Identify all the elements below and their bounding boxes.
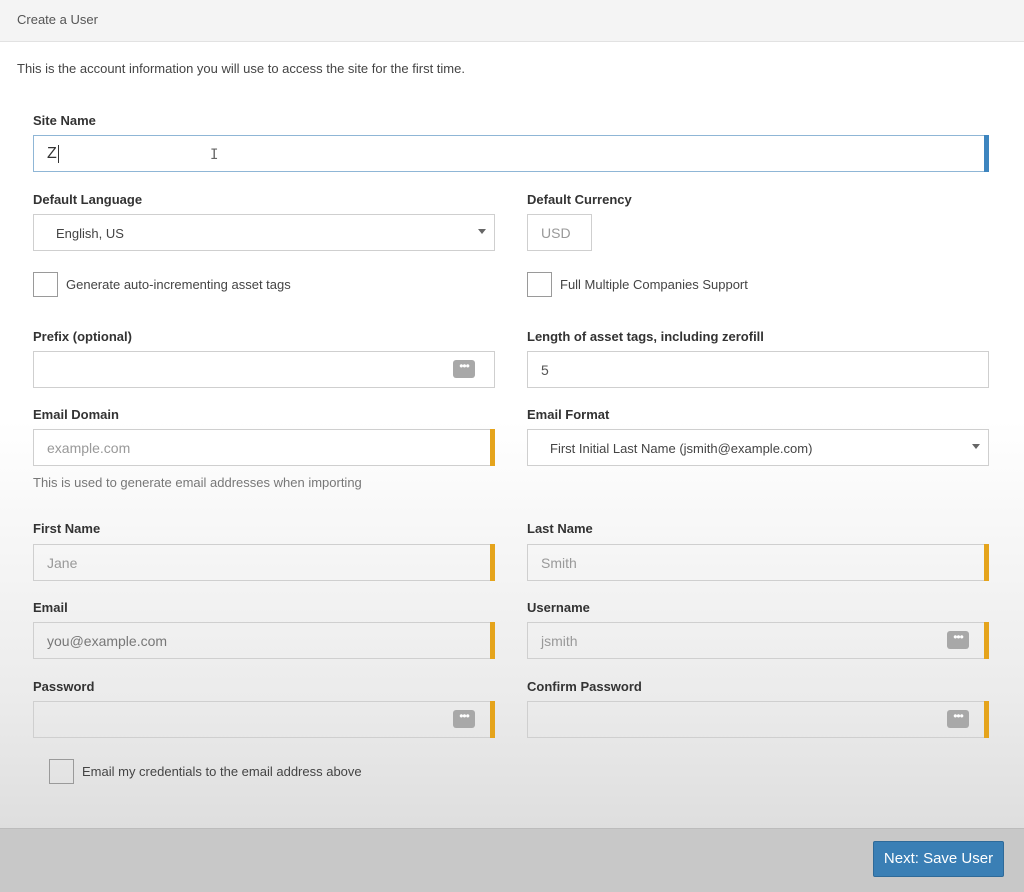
asset-tag-length-value: 5 (541, 362, 549, 378)
default-currency-placeholder: USD (541, 225, 571, 241)
email-credentials-label: Email my credentials to the email addres… (82, 764, 362, 779)
email-placeholder: you@example.com (47, 633, 168, 649)
email-format-label: Email Format (527, 407, 610, 422)
email-format-value: First Initial Last Name (jsmith@example.… (550, 441, 813, 456)
chevron-down-icon (972, 444, 980, 449)
dots-icon[interactable]: ••• (453, 360, 475, 378)
first-name-placeholder: Jane (47, 555, 78, 571)
email-domain-label: Email Domain (33, 407, 119, 422)
default-language-label: Default Language (33, 192, 143, 207)
site-name-label: Site Name (33, 113, 96, 128)
default-language-select[interactable]: English, US (33, 214, 495, 251)
username-label: Username (527, 600, 590, 615)
confirm-password-input[interactable]: ••• (527, 701, 989, 738)
site-name-input[interactable]: Z I (33, 135, 989, 172)
first-name-label: First Name (33, 521, 101, 536)
text-caret (58, 145, 59, 163)
dots-icon[interactable]: ••• (453, 710, 475, 728)
email-credentials-checkbox[interactable] (49, 759, 74, 784)
default-currency-input[interactable]: USD (527, 214, 592, 251)
next-save-user-button[interactable]: Next: Save User (873, 841, 1004, 877)
email-format-select[interactable]: First Initial Last Name (jsmith@example.… (527, 429, 989, 466)
auto-asset-tags-label: Generate auto-incrementing asset tags (66, 277, 291, 292)
password-label: Password (33, 679, 95, 694)
multiple-companies-label: Full Multiple Companies Support (560, 277, 748, 292)
auto-asset-tags-checkbox[interactable] (33, 272, 58, 297)
site-name-value: Z (47, 145, 57, 162)
intro-text: This is the account information you will… (17, 61, 465, 76)
username-input[interactable]: jsmith ••• (527, 622, 989, 659)
first-name-input[interactable]: Jane (33, 544, 495, 581)
prefix-input[interactable]: ••• (33, 351, 495, 388)
username-placeholder: jsmith (541, 633, 578, 649)
last-name-input[interactable]: Smith (527, 544, 989, 581)
last-name-placeholder: Smith (541, 555, 577, 571)
email-label: Email (33, 600, 68, 615)
chevron-down-icon (478, 229, 486, 234)
panel-title: Create a User (17, 12, 98, 27)
dots-icon[interactable]: ••• (947, 631, 969, 649)
email-domain-input[interactable]: example.com (33, 429, 495, 466)
last-name-label: Last Name (527, 521, 593, 536)
confirm-password-label: Confirm Password (527, 679, 642, 694)
multiple-companies-checkbox[interactable] (527, 272, 552, 297)
default-language-value: English, US (56, 226, 124, 241)
password-input[interactable]: ••• (33, 701, 495, 738)
asset-tag-length-label: Length of asset tags, including zerofill (527, 329, 764, 344)
dots-icon[interactable]: ••• (947, 710, 969, 728)
email-domain-placeholder: example.com (47, 440, 131, 456)
email-input[interactable]: you@example.com (33, 622, 495, 659)
mouse-cursor-icon: I (210, 147, 219, 163)
asset-tag-length-input[interactable]: 5 (527, 351, 989, 388)
email-domain-help: This is used to generate email addresses… (33, 475, 362, 490)
prefix-label: Prefix (optional) (33, 329, 132, 344)
panel-footer (0, 828, 1024, 892)
default-currency-label: Default Currency (527, 192, 632, 207)
panel-header: Create a User (0, 0, 1024, 42)
